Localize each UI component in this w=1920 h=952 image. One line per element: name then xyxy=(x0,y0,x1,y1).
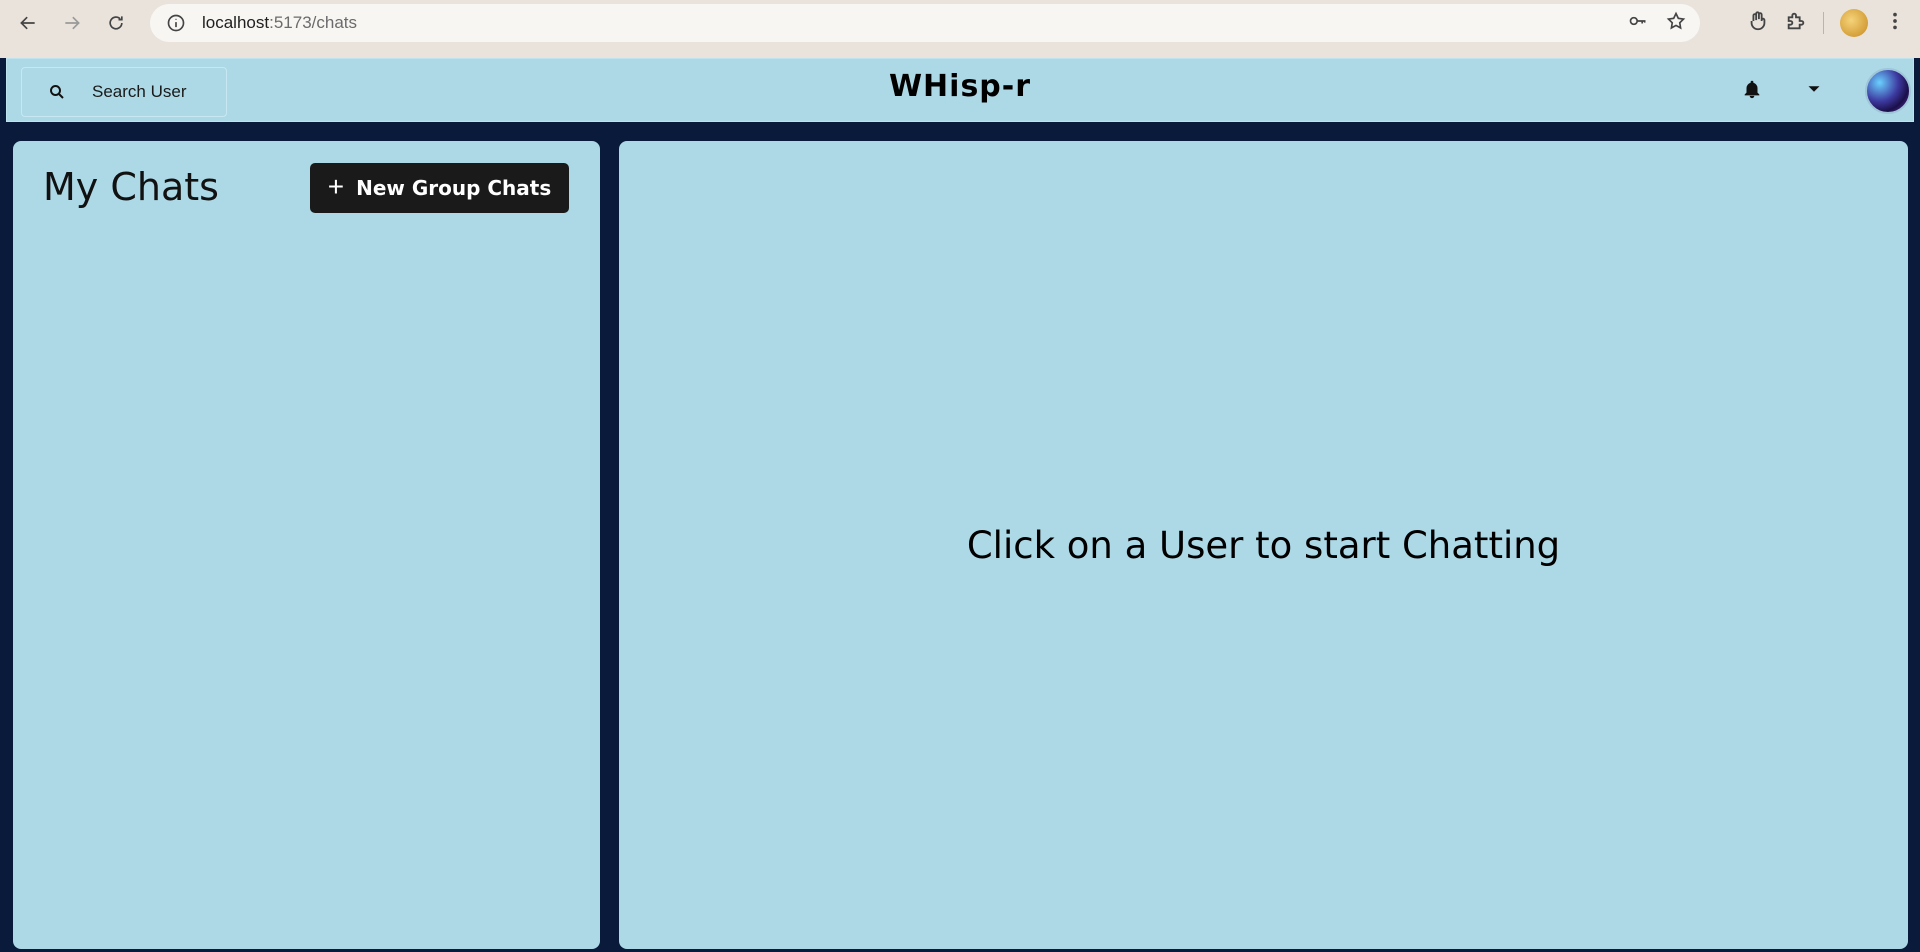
extension-hand-icon[interactable] xyxy=(1747,10,1769,37)
profile-avatar-icon[interactable] xyxy=(1840,9,1868,37)
forward-icon[interactable] xyxy=(52,3,92,43)
empty-chat-message: Click on a User to start Chatting xyxy=(966,523,1561,567)
bell-icon[interactable] xyxy=(1741,78,1763,105)
url-path: :5173/chats xyxy=(269,13,358,32)
new-group-chat-label: New Group Chats xyxy=(356,176,552,200)
new-group-chat-button[interactable]: + New Group Chats xyxy=(310,163,569,213)
back-icon[interactable] xyxy=(8,3,48,43)
extensions-puzzle-icon[interactable] xyxy=(1785,10,1807,37)
site-info-icon[interactable] xyxy=(164,11,188,35)
password-key-icon[interactable] xyxy=(1628,11,1648,36)
my-chats-panel: My Chats + New Group Chats xyxy=(13,141,600,949)
page-top-strip xyxy=(0,46,1920,58)
chevron-down-icon[interactable] xyxy=(1803,78,1825,105)
plus-icon: + xyxy=(327,170,345,202)
app-header: Search User WHisp-r xyxy=(6,58,1914,122)
reload-icon[interactable] xyxy=(96,3,136,43)
chat-window: Click on a User to start Chatting xyxy=(619,141,1908,949)
url-host: localhost xyxy=(202,13,270,32)
my-chats-title: My Chats xyxy=(43,165,219,209)
address-bar[interactable]: localhost:5173/chats xyxy=(150,4,1700,42)
browser-toolbar: localhost:5173/chats xyxy=(0,0,1920,46)
chrome-menu-icon[interactable] xyxy=(1884,10,1906,37)
user-avatar[interactable] xyxy=(1865,68,1911,114)
app-title: WHisp-r xyxy=(888,69,1032,104)
bookmark-star-icon[interactable] xyxy=(1666,11,1686,36)
toolbar-divider xyxy=(1823,12,1824,34)
url-text: localhost:5173/chats xyxy=(202,13,357,33)
